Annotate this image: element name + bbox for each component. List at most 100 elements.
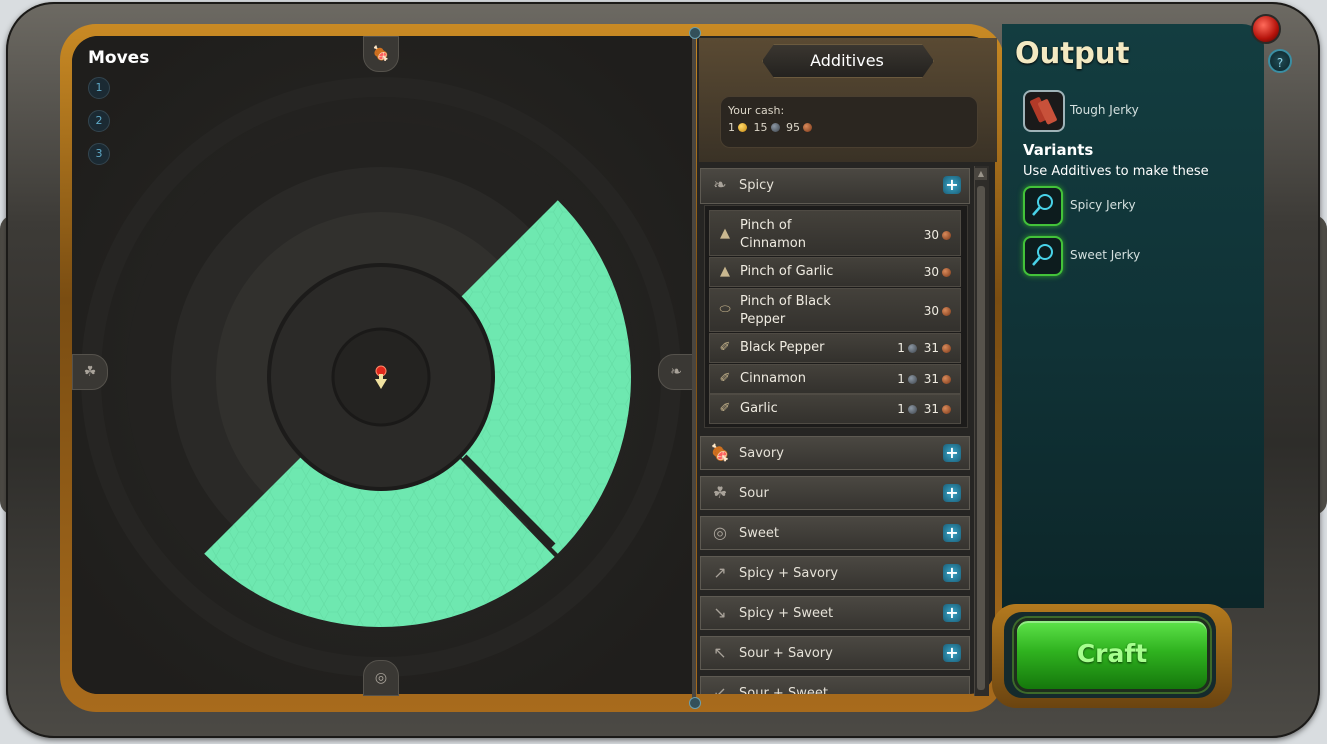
variant-label: Spicy Jerky [1070, 198, 1136, 212]
expand-button[interactable]: + [943, 176, 961, 194]
cash-silver: 15 [753, 121, 768, 134]
panel-seam [692, 30, 696, 702]
category-sour-savory[interactable]: ↖ Sour + Savory + [700, 636, 970, 670]
move-slot-3[interactable]: 3 [88, 143, 110, 165]
item-label: Garlic [740, 401, 778, 416]
board-graphic [72, 36, 692, 694]
category-sour-sweet[interactable]: ↙ Sour + Sweet [700, 676, 970, 694]
category-spicy-savory[interactable]: ↗ Spicy + Savory + [700, 556, 970, 590]
item-price: 30 [924, 228, 954, 242]
item-label: Pinch of Garlic [740, 264, 834, 279]
gold-coin-icon [738, 123, 747, 132]
additive-item[interactable]: ✐ Black Pepper 1 31 [709, 333, 961, 363]
magnifier-icon [1032, 244, 1053, 266]
category-label: Savory [739, 446, 784, 461]
scroll-up-icon[interactable]: ▲ [975, 168, 987, 180]
silver-coin-icon [770, 123, 780, 132]
copper-coin-icon [942, 307, 951, 316]
silver-coin-icon [907, 375, 917, 384]
help-button[interactable]: ? [1268, 49, 1292, 73]
arrow-up-left-icon: ↖ [713, 643, 727, 662]
bolt-icon [689, 27, 701, 39]
category-label: Spicy + Sweet [739, 606, 834, 621]
expand-button[interactable]: + [943, 524, 961, 542]
category-label: Sour + Sweet [739, 686, 828, 694]
item-price: 1 31 [897, 402, 954, 416]
sweet-icon: ◎ [363, 660, 399, 696]
additive-item[interactable]: ⬭ Pinch of Black Pepper 30 [709, 288, 961, 332]
category-label: Sour + Savory [739, 646, 833, 661]
category-label: Spicy + Savory [739, 566, 839, 581]
arrow-down-right-icon: ↘ [713, 603, 727, 622]
expand-button[interactable]: + [943, 444, 961, 462]
arrow-down-left-icon: ↙ [713, 683, 727, 694]
item-label: Cinnamon [740, 371, 806, 386]
variant-slot-sweet[interactable] [1023, 236, 1063, 276]
silver-coin-icon [907, 405, 917, 414]
category-spicy[interactable]: ❧ Spicy + [700, 168, 970, 204]
arrow-up-right-icon: ↗ [713, 563, 727, 582]
category-sour[interactable]: ☘ Sour + [700, 476, 970, 510]
item-label: Pinch of Cinnamon [740, 218, 806, 251]
bolt-icon [689, 697, 701, 709]
crafting-board [72, 36, 692, 694]
spice-bottle-icon: ✐ [719, 340, 731, 355]
item-label: Pinch of Black Pepper [740, 294, 831, 327]
variant-label: Sweet Jerky [1070, 248, 1141, 262]
pepper-icon: ❧ [713, 175, 727, 194]
pepper-icon: ❧ [658, 354, 694, 390]
additives-title: Additives [810, 51, 884, 70]
spice-pile-icon: ▲ [720, 226, 730, 241]
sweet-icon: ◎ [713, 523, 727, 542]
item-price: 1 31 [897, 372, 954, 386]
category-label: Sweet [739, 526, 779, 541]
spice-bottle-icon: ✐ [719, 371, 731, 386]
copper-coin-icon [942, 375, 951, 384]
meat-icon: 🍖 [363, 36, 399, 72]
cash-gold: 1 [728, 121, 735, 134]
copper-coin-icon [942, 405, 951, 414]
expand-button[interactable]: + [943, 604, 961, 622]
category-savory[interactable]: 🍖 Savory + [700, 436, 970, 470]
expand-button[interactable]: + [943, 644, 961, 662]
jerky-icon[interactable] [1023, 90, 1065, 132]
jerky-graphic [1030, 97, 1057, 125]
copper-coin-icon [942, 344, 951, 353]
additive-item[interactable]: ▲ Pinch of Cinnamon 30 [709, 210, 961, 256]
additive-item[interactable]: ✐ Garlic 1 31 [709, 394, 961, 424]
spice-dish-icon: ⬭ [719, 302, 731, 317]
item-price: 30 [924, 304, 954, 318]
item-price: 30 [924, 265, 954, 279]
meat-icon: 🍖 [710, 443, 730, 462]
copper-coin-icon [942, 268, 951, 277]
variants-title: Variants [1023, 141, 1094, 159]
craft-label: Craft [1076, 639, 1148, 668]
moves-title: Moves [88, 48, 150, 68]
output-product-name: Tough Jerky [1070, 103, 1139, 117]
additive-item[interactable]: ▲ Pinch of Garlic 30 [709, 257, 961, 287]
copper-coin-icon [803, 123, 812, 132]
category-sweet[interactable]: ◎ Sweet + [700, 516, 970, 550]
close-icon[interactable] [1251, 14, 1281, 44]
cash-amount: 1 15 95 [728, 121, 815, 134]
sour-icon: ☘ [72, 354, 108, 390]
category-clip: ↙ Sour + Sweet [700, 676, 970, 694]
move-slot-2[interactable]: 2 [88, 110, 110, 132]
item-price: 1 31 [897, 341, 954, 355]
category-spicy-sweet[interactable]: ↘ Spicy + Sweet + [700, 596, 970, 630]
silver-coin-icon [907, 344, 917, 353]
scroll-thumb[interactable] [977, 186, 985, 690]
expand-button[interactable]: + [943, 564, 961, 582]
variant-slot-spicy[interactable] [1023, 186, 1063, 226]
spice-pile-icon: ▲ [720, 264, 730, 279]
expand-button[interactable]: + [943, 484, 961, 502]
additive-item[interactable]: ✐ Cinnamon 1 31 [709, 364, 961, 394]
move-slot-1[interactable]: 1 [88, 77, 110, 99]
copper-coin-icon [942, 231, 951, 240]
item-label: Black Pepper [740, 340, 825, 355]
variants-subtitle: Use Additives to make these [1023, 164, 1209, 179]
cash-copper: 95 [786, 121, 800, 134]
sour-icon: ☘ [712, 483, 728, 502]
category-label: Sour [739, 486, 769, 501]
crafting-window: Moves 1 2 3 🍖 ◎ ☘ ❧ Additives Your cash:… [0, 0, 1327, 744]
